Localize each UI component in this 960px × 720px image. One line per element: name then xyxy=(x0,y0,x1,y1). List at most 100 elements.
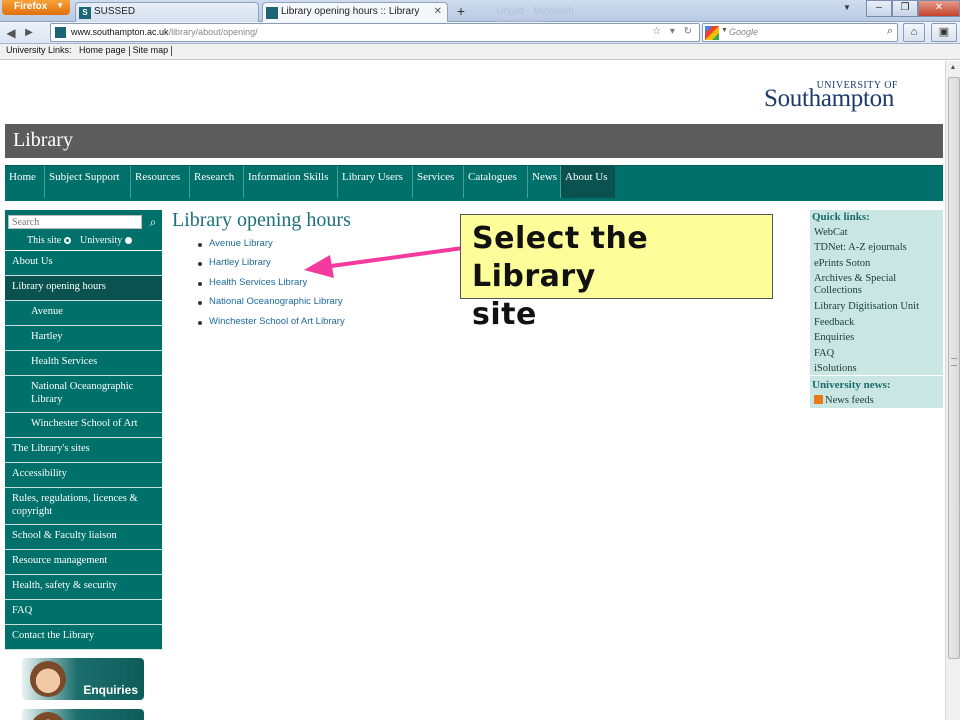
quick-link-digitisation-unit[interactable]: Library Digitisation Unit xyxy=(814,301,940,313)
site-identity-icon[interactable] xyxy=(55,27,66,38)
rss-icon xyxy=(814,395,823,404)
nav-home[interactable]: Home xyxy=(5,166,45,198)
sidebar-item-library-opening-hours[interactable]: Library opening hours xyxy=(5,276,162,301)
vertical-scrollbar[interactable]: ▲ xyxy=(945,61,960,720)
close-tab-icon[interactable]: ✕ xyxy=(434,6,442,17)
bookmark-separator xyxy=(128,45,130,56)
link-winchester-school-of-art-library[interactable]: Winchester School of Art Library xyxy=(198,316,438,335)
bookmarks-toolbar: University Links: Home page Site map xyxy=(0,44,960,60)
promo-label: Enquiries xyxy=(83,683,138,697)
minimize-icon[interactable]: ‒ xyxy=(866,0,892,17)
tab-library-opening-hours[interactable]: Library opening hours :: Library ✕ xyxy=(262,2,448,22)
bookmark-site-map[interactable]: Site map xyxy=(133,45,169,55)
radio-university[interactable] xyxy=(125,237,133,245)
sidebar-item-rules-regulations[interactable]: Rules, regulations, licences & copyright xyxy=(5,488,162,525)
home-icon[interactable]: ⌂ xyxy=(903,23,925,42)
address-bar[interactable]: www.southampton.ac.uk/library/about/open… xyxy=(50,23,700,42)
nav-services[interactable]: Services xyxy=(413,166,464,198)
search-icon[interactable]: ⌕ xyxy=(146,215,160,229)
nav-resources[interactable]: Resources xyxy=(131,166,190,198)
sidebar-item-about-us[interactable]: About Us xyxy=(5,251,162,276)
quick-links-heading: Quick links: xyxy=(812,211,870,223)
sidebar-item-hartley[interactable]: Hartley xyxy=(5,326,162,351)
scroll-up-icon[interactable]: ▲ xyxy=(947,61,959,75)
sidebar-item-national-oceanographic-library[interactable]: National Oceanographic Library xyxy=(5,376,162,413)
sidebar-item-health-safety-security[interactable]: Health, safety & security xyxy=(5,575,162,600)
library-favicon xyxy=(266,7,278,19)
person-photo xyxy=(30,712,66,720)
tab-list-icon[interactable]: ▼ xyxy=(843,3,851,12)
link-national-oceanographic-library[interactable]: National Oceanographic Library xyxy=(198,296,438,315)
annotation-callout: Select the Library site xyxy=(460,214,773,332)
search-placeholder: Google xyxy=(729,27,759,37)
browser-tab-strip: Firefox ▼ S SUSSED Library opening hours … xyxy=(0,0,960,28)
quick-link-eprints[interactable]: ePrints Soton xyxy=(814,258,940,270)
nav-research[interactable]: Research xyxy=(190,166,244,198)
sidebar-item-health-services[interactable]: Health Services xyxy=(5,351,162,376)
sidebar-item-school-faculty-liaison[interactable]: School & Faculty liaison xyxy=(5,525,162,550)
radio-this-site[interactable] xyxy=(64,237,72,245)
quick-link-tdnet[interactable]: TDNet: A-Z ejournals xyxy=(814,242,940,254)
sidebar-item-winchester-school-of-art[interactable]: Winchester School of Art xyxy=(5,413,162,438)
quick-link-isolutions[interactable]: iSolutions xyxy=(814,363,940,375)
nav-news[interactable]: News xyxy=(528,166,561,198)
tab-title: SUSSED xyxy=(94,6,136,17)
url-text: www.southampton.ac.uk/library/about/open… xyxy=(71,27,258,37)
scrollbar-thumb[interactable] xyxy=(948,77,960,659)
search-icon[interactable]: ⌕ xyxy=(887,25,893,38)
tab-title: Library opening hours :: Library xyxy=(281,6,420,17)
bookmark-separator xyxy=(171,45,173,56)
grip-icon xyxy=(951,358,957,366)
main-nav: Home Subject Support Resources Research … xyxy=(5,165,943,201)
quick-link-feedback[interactable]: Feedback xyxy=(814,317,940,329)
tab-sussed[interactable]: S SUSSED xyxy=(75,2,259,22)
firefox-menu-button[interactable]: Firefox ▼ xyxy=(2,0,70,15)
addons-icon[interactable]: ▣ xyxy=(931,23,957,42)
sidebar-item-faq[interactable]: FAQ xyxy=(5,600,162,625)
divider xyxy=(810,375,943,376)
university-logo[interactable]: UNIVERSITY OF Southampton xyxy=(764,77,934,117)
nav-catalogues[interactable]: Catalogues xyxy=(464,166,528,198)
sidebar-nav: About Us Library opening hours Avenue Ha… xyxy=(5,251,162,650)
navigation-toolbar: ◀ ▶ www.southampton.ac.uk/library/about/… xyxy=(0,22,960,44)
quick-link-faq[interactable]: FAQ xyxy=(814,348,940,360)
enquiries-promo[interactable]: Enquiries xyxy=(22,658,144,700)
search-input[interactable] xyxy=(8,215,142,229)
bookmark-home-page[interactable]: Home page xyxy=(79,45,126,55)
quick-link-enquiries[interactable]: Enquiries xyxy=(814,332,940,344)
sidebar-item-accessibility[interactable]: Accessibility xyxy=(5,463,162,488)
back-arrow-icon[interactable]: ◀ xyxy=(4,25,18,41)
search-bar[interactable]: ▼ Google ⌕ xyxy=(702,23,898,42)
window-controls: ‒ ❐ ✕ xyxy=(866,0,960,17)
sidebar-item-contact-the-library[interactable]: Contact the Library xyxy=(5,625,162,650)
sidebar-item-resource-management[interactable]: Resource management xyxy=(5,550,162,575)
banner-title[interactable]: Library xyxy=(13,129,73,151)
sidebar-item-librarys-sites[interactable]: The Library's sites xyxy=(5,438,162,463)
second-promo[interactable] xyxy=(22,709,144,720)
restore-icon[interactable]: ❐ xyxy=(892,0,918,17)
news-feeds-link[interactable]: News feeds xyxy=(814,395,940,407)
person-photo xyxy=(30,661,66,697)
engine-dropdown-icon[interactable]: ▼ xyxy=(721,27,728,34)
link-health-services-library[interactable]: Health Services Library xyxy=(198,277,438,296)
scope-university[interactable]: University xyxy=(80,235,133,246)
quick-link-archives[interactable]: Archives & Special Collections xyxy=(814,273,940,297)
library-banner: Library xyxy=(5,124,943,158)
nav-information-skills[interactable]: Information Skills xyxy=(244,166,338,198)
new-tab-button[interactable]: + xyxy=(451,3,471,21)
close-window-icon[interactable]: ✕ xyxy=(918,0,960,17)
callout-arrow xyxy=(304,246,465,278)
nav-library-users[interactable]: Library Users xyxy=(338,166,413,198)
nav-about-us[interactable]: About Us xyxy=(561,166,615,198)
quick-link-webcat[interactable]: WebCat xyxy=(814,227,940,239)
sidebar-item-avenue[interactable]: Avenue xyxy=(5,301,162,326)
bookmark-star-icon[interactable]: ☆ ▾ ↻ xyxy=(652,26,695,37)
nav-subject-support[interactable]: Subject Support xyxy=(45,166,131,198)
scope-this-site[interactable]: This site xyxy=(27,235,72,246)
google-icon[interactable] xyxy=(705,26,719,40)
chevron-down-icon: ▼ xyxy=(56,1,64,10)
page-title: Library opening hours xyxy=(172,209,351,231)
callout-line-2: site xyxy=(472,297,537,332)
university-news-heading: University news: xyxy=(812,379,891,391)
forward-arrow-icon[interactable]: ▶ xyxy=(22,25,36,41)
